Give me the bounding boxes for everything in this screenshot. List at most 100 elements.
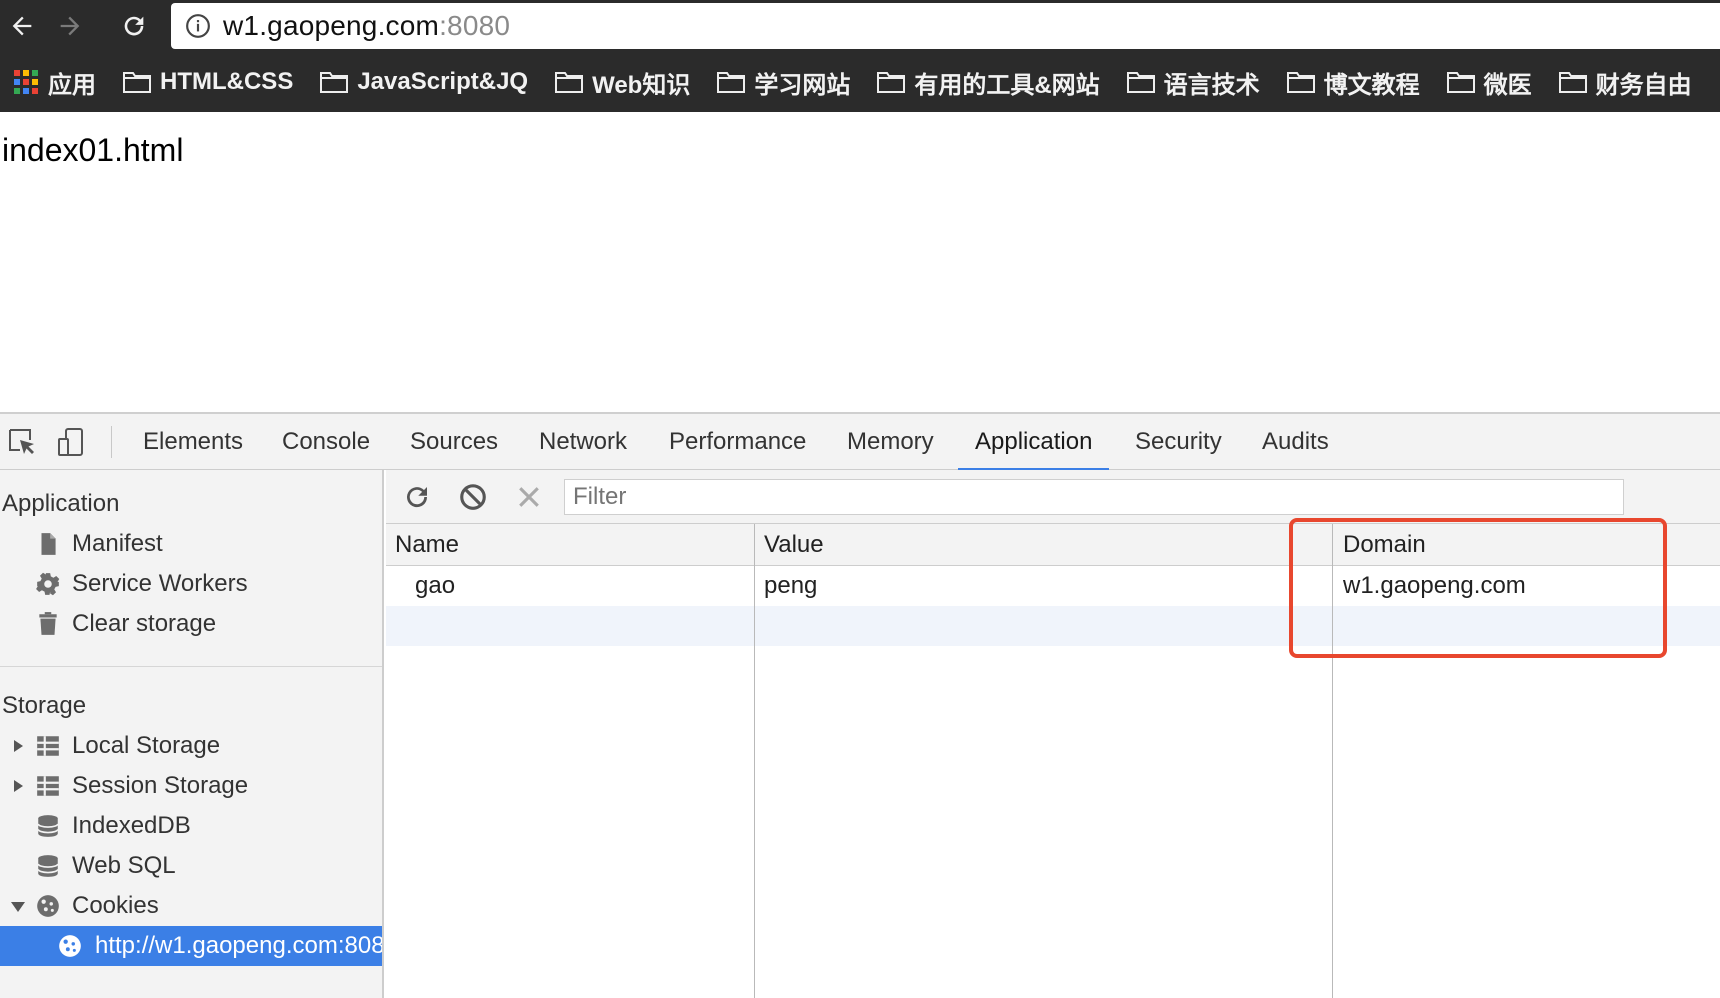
sidebar-item-manifest[interactable]: Manifest xyxy=(0,524,382,564)
collapse-arrow-icon[interactable] xyxy=(10,898,26,914)
filter-input[interactable] xyxy=(564,479,1624,515)
bookmark-folder-financial-freedom[interactable]: 财务自由 xyxy=(1558,65,1692,100)
sidebar-item-local-storage[interactable]: Local Storage xyxy=(0,726,382,766)
bookmark-folder-blog-tutorials[interactable]: 博文教程 xyxy=(1286,65,1420,100)
column-divider xyxy=(1332,524,1333,998)
sidebar-item-service-workers[interactable]: Service Workers xyxy=(0,564,382,604)
cookies-panel: Name Value Domain gao peng w1.gaopeng.co… xyxy=(386,470,1720,998)
sidebar-item-label: Clear storage xyxy=(72,610,217,637)
tab-elements[interactable]: Elements xyxy=(143,414,243,470)
column-divider xyxy=(754,524,755,998)
tab-console[interactable]: Console xyxy=(282,414,370,470)
info-icon[interactable] xyxy=(185,13,211,39)
cell-name: gao xyxy=(415,572,456,599)
table-row-empty[interactable] xyxy=(386,606,1720,646)
devtools-panel: Elements Console Sources Network Perform… xyxy=(0,412,1720,998)
column-header-domain[interactable]: Domain xyxy=(1343,524,1426,566)
expand-arrow-icon[interactable] xyxy=(10,778,26,794)
document-icon xyxy=(41,533,56,555)
tab-performance[interactable]: Performance xyxy=(669,414,806,470)
gear-icon xyxy=(36,572,60,596)
bookmark-label: 学习网站 xyxy=(754,71,851,99)
trash-icon xyxy=(39,612,57,635)
sidebar-item-session-storage[interactable]: Session Storage xyxy=(0,766,382,806)
database-icon xyxy=(37,855,59,877)
sidebar-divider xyxy=(0,666,382,667)
apps-grid-icon xyxy=(14,70,38,94)
expand-arrow-icon[interactable] xyxy=(10,738,26,754)
sidebar-item-clear-storage[interactable]: Clear storage xyxy=(0,604,382,644)
devtools-tab-bar: Elements Console Sources Network Perform… xyxy=(0,414,1720,471)
sidebar-item-cookies[interactable]: Cookies xyxy=(0,886,382,926)
folder-icon xyxy=(1558,72,1587,93)
database-icon xyxy=(37,815,59,837)
clear-all-icon[interactable] xyxy=(458,482,488,512)
bookmark-folder-useful-tools[interactable]: 有用的工具&网站 xyxy=(876,65,1100,100)
refresh-icon[interactable] xyxy=(402,482,432,512)
folder-icon xyxy=(123,72,151,93)
bookmark-label: JavaScript&JQ xyxy=(357,68,529,95)
cookies-toolbar xyxy=(386,470,1720,524)
cell-domain: w1.gaopeng.com xyxy=(1343,572,1526,599)
sidebar-item-cookie-origin[interactable]: http://w1.gaopeng.com:8080 xyxy=(0,926,382,966)
bookmark-label: Web知识 xyxy=(592,71,691,99)
bookmark-label: 博文教程 xyxy=(1323,71,1420,99)
cookie-icon xyxy=(59,935,81,957)
reload-button[interactable] xyxy=(116,8,152,44)
inspect-element-icon[interactable] xyxy=(6,426,38,458)
back-button[interactable] xyxy=(4,8,40,44)
sidebar-item-indexeddb[interactable]: IndexedDB xyxy=(0,806,382,846)
bookmark-folder-html-css[interactable]: HTML&CSS xyxy=(122,68,293,96)
grid-icon xyxy=(37,776,59,796)
url-port: :8080 xyxy=(439,10,511,41)
page-body-text: index01.html xyxy=(2,132,184,168)
sidebar-item-label: Service Workers xyxy=(72,570,248,597)
back-arrow-icon xyxy=(12,16,32,36)
bookmark-folder-web-knowledge[interactable]: Web知识 xyxy=(554,65,690,100)
sidebar-item-web-sql[interactable]: Web SQL xyxy=(0,846,382,886)
browser-toolbar: w1.gaopeng.com:8080 xyxy=(0,0,1720,52)
sidebar-item-label: Manifest xyxy=(72,530,163,557)
forward-arrow-icon xyxy=(60,16,80,36)
toolbar-divider xyxy=(111,426,112,458)
bookmark-apps[interactable]: 应用 xyxy=(0,65,96,100)
bookmark-folder-weiyi[interactable]: 微医 xyxy=(1446,65,1532,100)
sidebar-item-label: Session Storage xyxy=(72,772,249,799)
bookmark-folder-language-tech[interactable]: 语言技术 xyxy=(1126,65,1260,100)
column-header-name[interactable]: Name xyxy=(395,524,459,566)
grid-icon xyxy=(37,736,59,756)
cookies-table-header: Name Value Domain xyxy=(386,524,1720,566)
tab-memory[interactable]: Memory xyxy=(847,414,934,470)
page-viewport: index01.html xyxy=(0,112,1720,412)
device-toolbar-icon[interactable] xyxy=(56,426,88,458)
folder-icon xyxy=(717,72,746,93)
tab-application[interactable]: Application xyxy=(957,414,1110,471)
bookmark-label: 语言技术 xyxy=(1163,71,1260,99)
section-header-application: Application xyxy=(2,490,120,517)
sidebar-item-label: IndexedDB xyxy=(72,812,191,839)
folder-icon xyxy=(1446,72,1475,93)
column-header-value[interactable]: Value xyxy=(764,524,824,566)
tab-network[interactable]: Network xyxy=(539,414,627,470)
delete-selected-icon[interactable] xyxy=(514,482,544,512)
bookmark-folder-javascript-jq[interactable]: JavaScript&JQ xyxy=(319,68,528,96)
forward-button[interactable] xyxy=(52,8,88,44)
sidebar-item-label: Local Storage xyxy=(72,732,221,759)
address-bar[interactable]: w1.gaopeng.com:8080 xyxy=(171,3,1720,49)
bookmarks-bar: 应用 HTML&CSS JavaScript&JQ Web知识 学习网站 有用的… xyxy=(0,52,1720,112)
url-host: w1.gaopeng.com xyxy=(223,10,440,41)
bookmark-label: HTML&CSS xyxy=(160,68,294,95)
url-text[interactable]: w1.gaopeng.com:8080 xyxy=(223,10,510,42)
folder-icon xyxy=(320,72,349,93)
sidebar-item-label: Web SQL xyxy=(72,852,176,879)
tab-audits[interactable]: Audits xyxy=(1262,414,1329,470)
folder-icon xyxy=(1286,72,1315,93)
bookmark-folder-learning-sites[interactable]: 学习网站 xyxy=(716,65,850,100)
bookmark-label: 微医 xyxy=(1483,71,1532,99)
section-header-storage: Storage xyxy=(2,692,87,719)
tab-sources[interactable]: Sources xyxy=(410,414,498,470)
table-row[interactable]: gao peng w1.gaopeng.com xyxy=(386,566,1720,606)
bookmark-label: 有用的工具&网站 xyxy=(914,71,1100,99)
sidebar-item-label: Cookies xyxy=(72,892,159,919)
tab-security[interactable]: Security xyxy=(1135,414,1222,470)
